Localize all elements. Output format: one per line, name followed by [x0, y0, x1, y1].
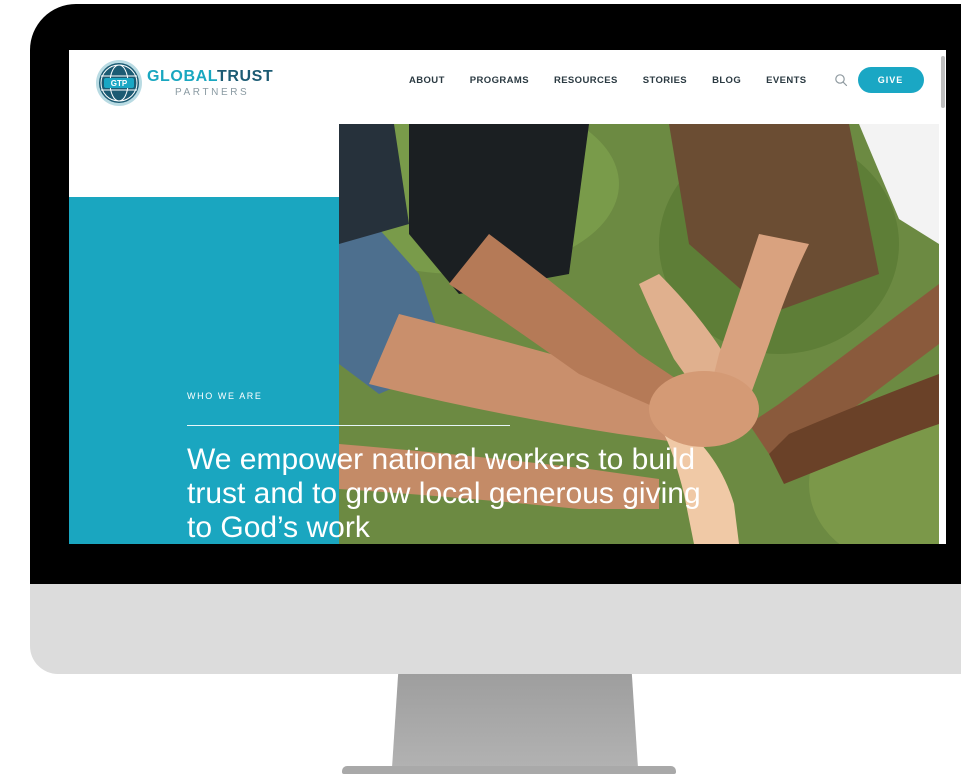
- search-icon[interactable]: [834, 73, 848, 87]
- logo-name: GLOBALTRUST: [147, 67, 274, 85]
- hero-eyebrow: WHO WE ARE: [187, 391, 263, 401]
- monitor-stand-base: [342, 766, 676, 774]
- globe-logo-icon: GTP: [96, 60, 142, 106]
- nav-item-resources[interactable]: RESOURCES: [554, 75, 618, 86]
- scrollbar[interactable]: [939, 50, 946, 544]
- give-button[interactable]: GIVE: [857, 67, 924, 93]
- site-logo[interactable]: GTP GLOBALTRUST PARTNERS: [95, 57, 273, 109]
- nav-item-events[interactable]: EVENTS: [766, 75, 806, 86]
- nav-item-blog[interactable]: BLOG: [712, 75, 741, 86]
- hero-heading: We empower national workers to build tru…: [187, 443, 701, 544]
- hero-divider: [187, 425, 510, 426]
- logo-name-part1: GLOBAL: [147, 67, 217, 85]
- browser-viewport: WHO WE ARE We empower national workers t…: [69, 50, 946, 544]
- main-nav: ABOUT PROGRAMS RESOURCES STORIES BLOG EV…: [409, 67, 924, 93]
- logo-tagline: PARTNERS: [175, 86, 250, 98]
- nav-item-programs[interactable]: PROGRAMS: [470, 75, 529, 86]
- logo-wordmark: GLOBALTRUST PARTNERS: [147, 67, 274, 98]
- scrollbar-thumb[interactable]: [941, 56, 945, 108]
- monitor-chin: [30, 584, 961, 674]
- site-header: GTP GLOBALTRUST PARTNERS ABOUT PROGRAMS …: [69, 50, 939, 124]
- nav-item-about[interactable]: ABOUT: [409, 75, 445, 86]
- monitor-stand-neck: [392, 674, 638, 768]
- nav-item-stories[interactable]: STORIES: [643, 75, 687, 86]
- logo-badge-text: GTP: [111, 79, 128, 88]
- logo-name-part2: TRUST: [216, 67, 274, 85]
